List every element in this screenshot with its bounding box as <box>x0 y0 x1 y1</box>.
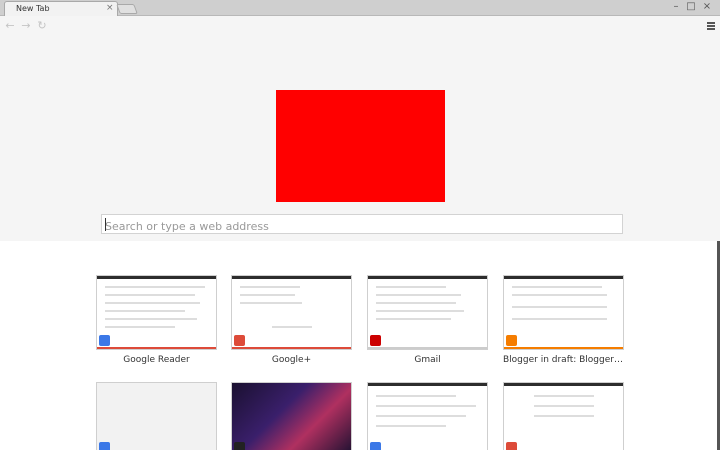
tile-title: Blogger in draft: Blogger Dashboard <box>503 355 624 365</box>
maximize-icon[interactable]: □ <box>684 1 698 13</box>
reload-icon[interactable]: ↻ <box>35 19 49 33</box>
tile-favicon-icon <box>506 442 517 450</box>
new-tab-page-header <box>0 38 720 241</box>
tile-accent <box>232 347 351 349</box>
most-visited-tile[interactable]: Gmail <box>367 275 488 365</box>
new-tab-button[interactable] <box>116 4 138 14</box>
tile-thumbnail <box>503 382 624 450</box>
forward-icon[interactable]: → <box>19 19 33 33</box>
tile-thumbnail <box>503 275 624 350</box>
tab-close-icon[interactable]: × <box>106 3 114 13</box>
tile-favicon-icon <box>506 335 517 346</box>
most-visited-tile[interactable] <box>503 382 624 450</box>
logo-placeholder <box>276 90 445 202</box>
minimize-icon[interactable]: – <box>669 1 683 13</box>
menu-icon[interactable] <box>707 22 715 31</box>
tile-favicon-icon <box>99 335 110 346</box>
most-visited-tile[interactable]: Google+ <box>231 275 352 365</box>
back-icon[interactable]: ← <box>3 19 17 33</box>
tile-thumbnail <box>96 275 217 350</box>
tile-thumbnail <box>231 275 352 350</box>
tile-accent <box>97 347 216 349</box>
tile-favicon-icon <box>99 442 110 450</box>
search-input[interactable] <box>102 217 622 236</box>
most-visited-tile[interactable]: Blogger in draft: Blogger Dashboard <box>503 275 624 365</box>
tile-thumbnail <box>96 382 217 450</box>
most-visited-tile[interactable] <box>231 382 352 450</box>
tile-favicon-icon <box>370 442 381 450</box>
tile-title: Google Reader <box>123 355 190 365</box>
tab-title: New Tab <box>16 4 50 13</box>
tile-thumbnail <box>367 275 488 350</box>
tile-accent <box>368 347 487 349</box>
browser-window: New Tab × – □ × ← → ↻ Search or type a w… <box>0 0 720 450</box>
tab-strip: New Tab × – □ × <box>0 0 720 17</box>
tile-title: Google+ <box>271 355 312 365</box>
tile-title: Gmail <box>414 355 441 365</box>
tile-thumbnail <box>367 382 488 450</box>
text-caret <box>105 218 106 231</box>
tile-favicon-icon <box>370 335 381 346</box>
most-visited-tile[interactable] <box>96 382 217 450</box>
tile-accent <box>504 347 623 349</box>
most-visited-tile[interactable] <box>367 382 488 450</box>
search-box[interactable] <box>101 214 623 236</box>
tile-thumbnail <box>231 382 352 450</box>
tile-favicon-icon <box>234 335 245 346</box>
tab-new-tab[interactable]: New Tab × <box>4 1 118 17</box>
toolbar: ← → ↻ <box>0 16 720 38</box>
tile-favicon-icon <box>234 442 245 450</box>
close-window-icon[interactable]: × <box>700 1 714 13</box>
most-visited-tile[interactable]: Google Reader <box>96 275 217 365</box>
